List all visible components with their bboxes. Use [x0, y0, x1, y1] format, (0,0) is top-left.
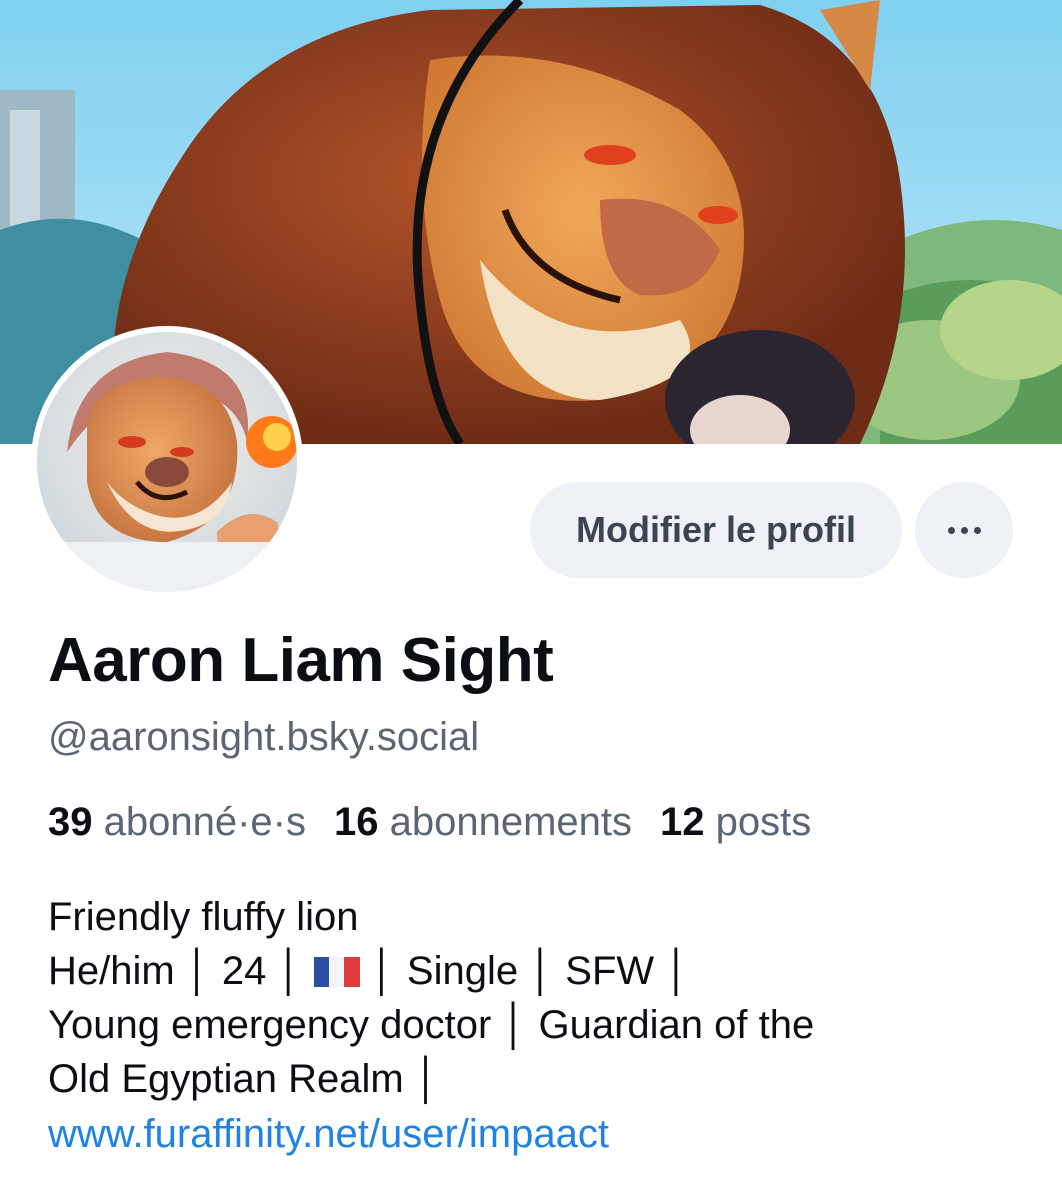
bio-text: He/him │ 24 │	[48, 949, 314, 993]
ellipsis-icon	[947, 526, 955, 534]
profile-link[interactable]: www.furaffinity.net/user/impaact	[48, 1112, 609, 1157]
more-options-button[interactable]	[915, 482, 1013, 578]
following-count: 16	[334, 800, 379, 844]
avatar[interactable]	[37, 332, 297, 592]
bio-text: │ Single │ SFW │	[359, 949, 691, 993]
posts-stat: 12 posts	[660, 800, 811, 845]
bio-line: Young emergency doctor │ Guardian of the	[48, 1003, 815, 1047]
bio-line: He/him │ 24 │ │ Single │ SFW │	[48, 944, 1028, 998]
avatar-frame	[31, 326, 303, 598]
followers-label: abonné·e·s	[103, 800, 306, 844]
ellipsis-icon	[960, 526, 968, 534]
following-label: abonnements	[389, 800, 633, 844]
avatar-image	[37, 332, 297, 592]
edit-profile-button[interactable]: Modifier le profil	[530, 482, 902, 578]
display-name: Aaron Liam Sight	[48, 626, 554, 695]
posts-label: posts	[715, 800, 812, 844]
ellipsis-icon	[973, 526, 981, 534]
followers-stat[interactable]: 39 abonné·e·s	[48, 800, 306, 845]
posts-count: 12	[660, 800, 705, 844]
following-stat[interactable]: 16 abonnements	[334, 800, 632, 845]
bio-line: Old Egyptian Realm │	[48, 1057, 440, 1101]
profile-bio: Friendly fluffy lion He/him │ 24 │ │ Sin…	[48, 890, 1028, 1106]
profile-stats: 39 abonné·e·s 16 abonnements 12 posts	[48, 800, 811, 845]
france-flag-icon	[313, 957, 360, 987]
bio-line: Friendly fluffy lion	[48, 895, 359, 939]
followers-count: 39	[48, 800, 93, 844]
profile-handle: @aaronsight.bsky.social	[48, 715, 480, 759]
